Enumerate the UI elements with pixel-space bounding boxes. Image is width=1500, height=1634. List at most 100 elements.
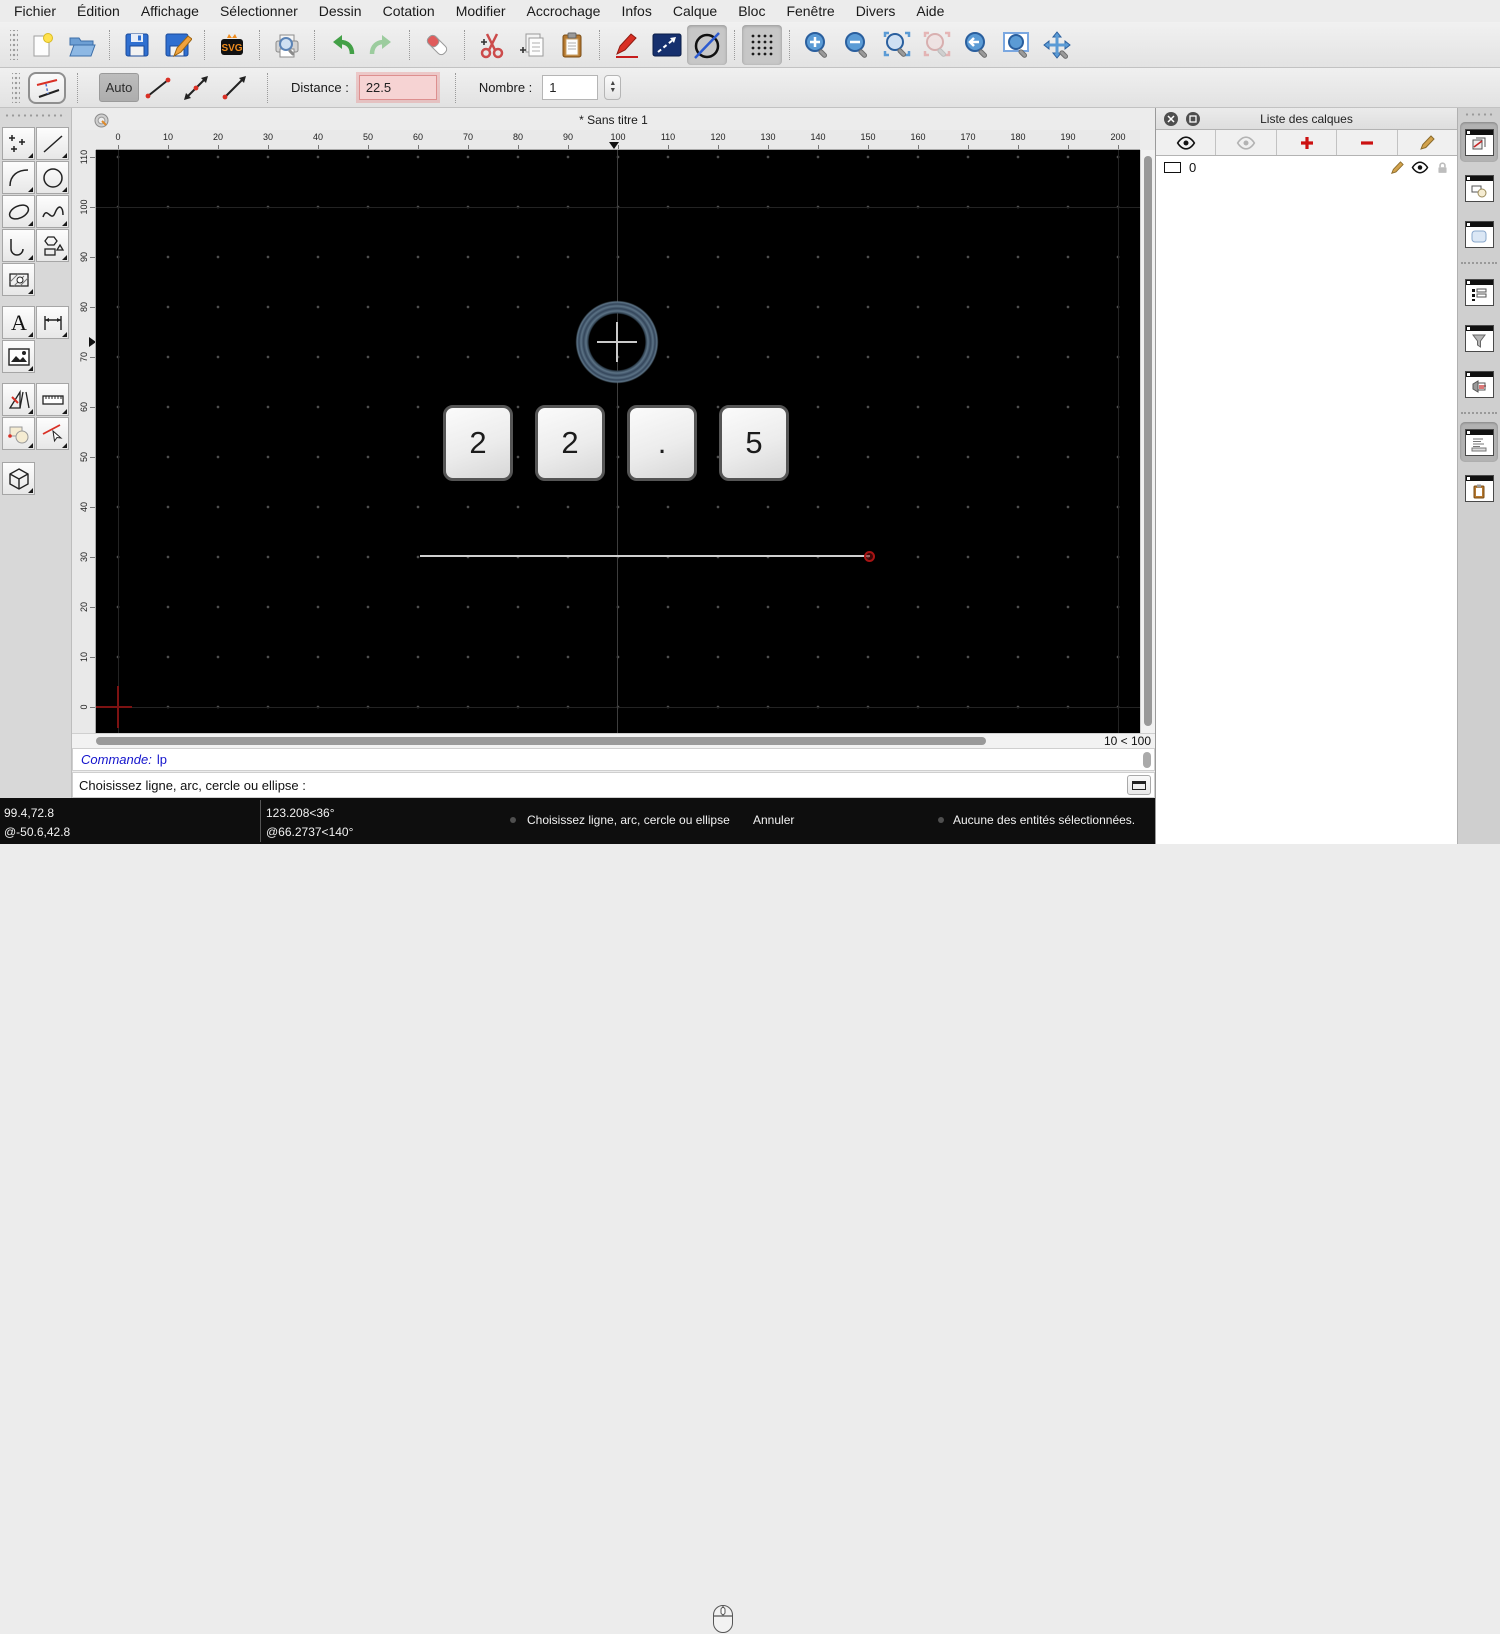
views-panel-toggle[interactable] [1460,364,1498,404]
command-history[interactable]: Commande: lp [72,748,1155,771]
trim-tool-button[interactable] [36,417,69,450]
points-tool-button[interactable] [2,127,35,160]
history-scrollbar-thumb[interactable] [1143,752,1151,768]
previous-view-button[interactable] [957,25,997,65]
drafting-icon [6,387,32,413]
layer-edit-icon[interactable] [1390,161,1404,175]
toolbar-drag-handle[interactable] [12,73,20,103]
redo-button[interactable] [362,25,402,65]
paste-button[interactable] [552,25,592,65]
menu-item[interactable]: Divers [856,3,896,19]
delete-button[interactable] [417,25,457,65]
draw-edit-button[interactable] [607,25,647,65]
solid-tool-button[interactable] [2,462,35,495]
zoom-window-button[interactable] [997,25,1037,65]
svg-export-button[interactable]: SVG [212,25,252,65]
document-title[interactable]: * Sans titre 1 [72,113,1155,127]
hatch-tool-button[interactable] [2,263,35,296]
panel-close-button[interactable] [1164,112,1178,126]
clipboard-panel-toggle[interactable] [1460,468,1498,508]
new-file-button[interactable] [22,25,62,65]
menu-item[interactable]: Aide [916,3,944,19]
scrollbar-thumb[interactable] [96,737,986,745]
menu-item[interactable]: Dessin [319,3,362,19]
zoom-out-button[interactable] [837,25,877,65]
current-tool-button[interactable] [28,72,66,104]
pan-button[interactable] [1037,25,1077,65]
panel-float-button[interactable] [1186,112,1200,126]
modify-tool-button[interactable] [2,417,35,450]
circle-tool-button[interactable] [36,161,69,194]
no-restriction-button[interactable] [687,25,727,65]
menu-item[interactable]: Infos [621,3,651,19]
layers-panel-toggle[interactable] [1460,122,1498,162]
command-line-panel-toggle[interactable] [1460,422,1498,462]
copy-button[interactable] [512,25,552,65]
cut-button[interactable] [472,25,512,65]
hide-all-layers-button[interactable] [1216,130,1276,155]
selection-filter-panel-toggle[interactable] [1460,318,1498,358]
line-entity[interactable] [420,555,870,557]
spline-tool-button[interactable] [36,195,69,228]
count-input[interactable]: 1 [542,75,598,100]
canvas-vertical-scrollbar[interactable] [1140,150,1155,733]
ellipse-tool-button[interactable] [2,195,35,228]
arc-tool-button[interactable] [2,161,35,194]
auto-zoom-button[interactable] [877,25,917,65]
drafting-tools-button[interactable] [2,383,35,416]
drawing-canvas[interactable]: 22.5 [96,150,1140,733]
command-input[interactable] [310,775,1127,795]
menu-item[interactable]: Sélectionner [220,3,298,19]
zoom-selection-button[interactable] [917,25,957,65]
text-tool-button[interactable]: A [2,306,35,339]
stepper-down-icon[interactable]: ▼ [609,88,616,94]
undo-button[interactable] [322,25,362,65]
command-window-toggle-button[interactable] [1127,775,1151,795]
zoom-in-button[interactable] [797,25,837,65]
line-tool-button[interactable] [36,127,69,160]
edit-layer-button[interactable] [1398,130,1457,155]
shape-tool-button[interactable] [36,229,69,262]
menu-item[interactable]: Cotation [383,3,435,19]
layer-lock-icon[interactable] [1436,161,1449,175]
save-as-button[interactable] [157,25,197,65]
open-file-button[interactable] [62,25,102,65]
library-panel-toggle[interactable] [1460,214,1498,254]
pencil-icon [1419,135,1435,151]
parallel-both-sides-button[interactable] [177,72,215,104]
grid-toggle-button[interactable] [742,25,782,65]
parallel-through-point-button[interactable] [139,72,177,104]
distance-input[interactable]: 22.5 [359,75,437,100]
save-button[interactable] [117,25,157,65]
count-stepper[interactable]: ▲▼ [604,75,621,100]
dimension-tool-button[interactable] [36,306,69,339]
image-tool-button[interactable] [2,340,35,373]
scrollbar-thumb[interactable] [1144,156,1152,726]
auto-mode-button[interactable]: Auto [99,73,139,102]
menu-item[interactable]: Fenêtre [786,3,834,19]
menu-item[interactable]: Accrochage [527,3,601,19]
menu-item[interactable]: Calque [673,3,717,19]
ruler-tick-label: 180 [993,132,1043,142]
menu-item[interactable]: Édition [77,3,120,19]
menu-item[interactable]: Fichier [14,3,56,19]
dockbar-drag-handle[interactable] [1464,112,1494,117]
properties-panel-toggle[interactable] [1460,272,1498,312]
canvas-horizontal-scrollbar[interactable]: 10 < 100 [72,733,1155,748]
remove-layer-button[interactable] [1337,130,1397,155]
add-layer-button[interactable] [1277,130,1337,155]
show-all-layers-button[interactable] [1156,130,1216,155]
menu-item[interactable]: Modifier [456,3,506,19]
measure-tool-button[interactable] [36,383,69,416]
polyline-tool-button[interactable] [2,229,35,262]
parallel-one-side-button[interactable] [215,72,253,104]
toolbar-drag-handle[interactable] [10,30,18,60]
palette-drag-handle[interactable] [4,113,66,118]
print-preview-button[interactable] [267,25,307,65]
menu-item[interactable]: Affichage [141,3,199,19]
menu-item[interactable]: Bloc [738,3,765,19]
restrict-orthogonal-button[interactable] [647,25,687,65]
layer-row[interactable]: 0 [1156,156,1457,179]
layer-visibility-icon[interactable] [1411,161,1429,174]
blocks-panel-toggle[interactable] [1460,168,1498,208]
